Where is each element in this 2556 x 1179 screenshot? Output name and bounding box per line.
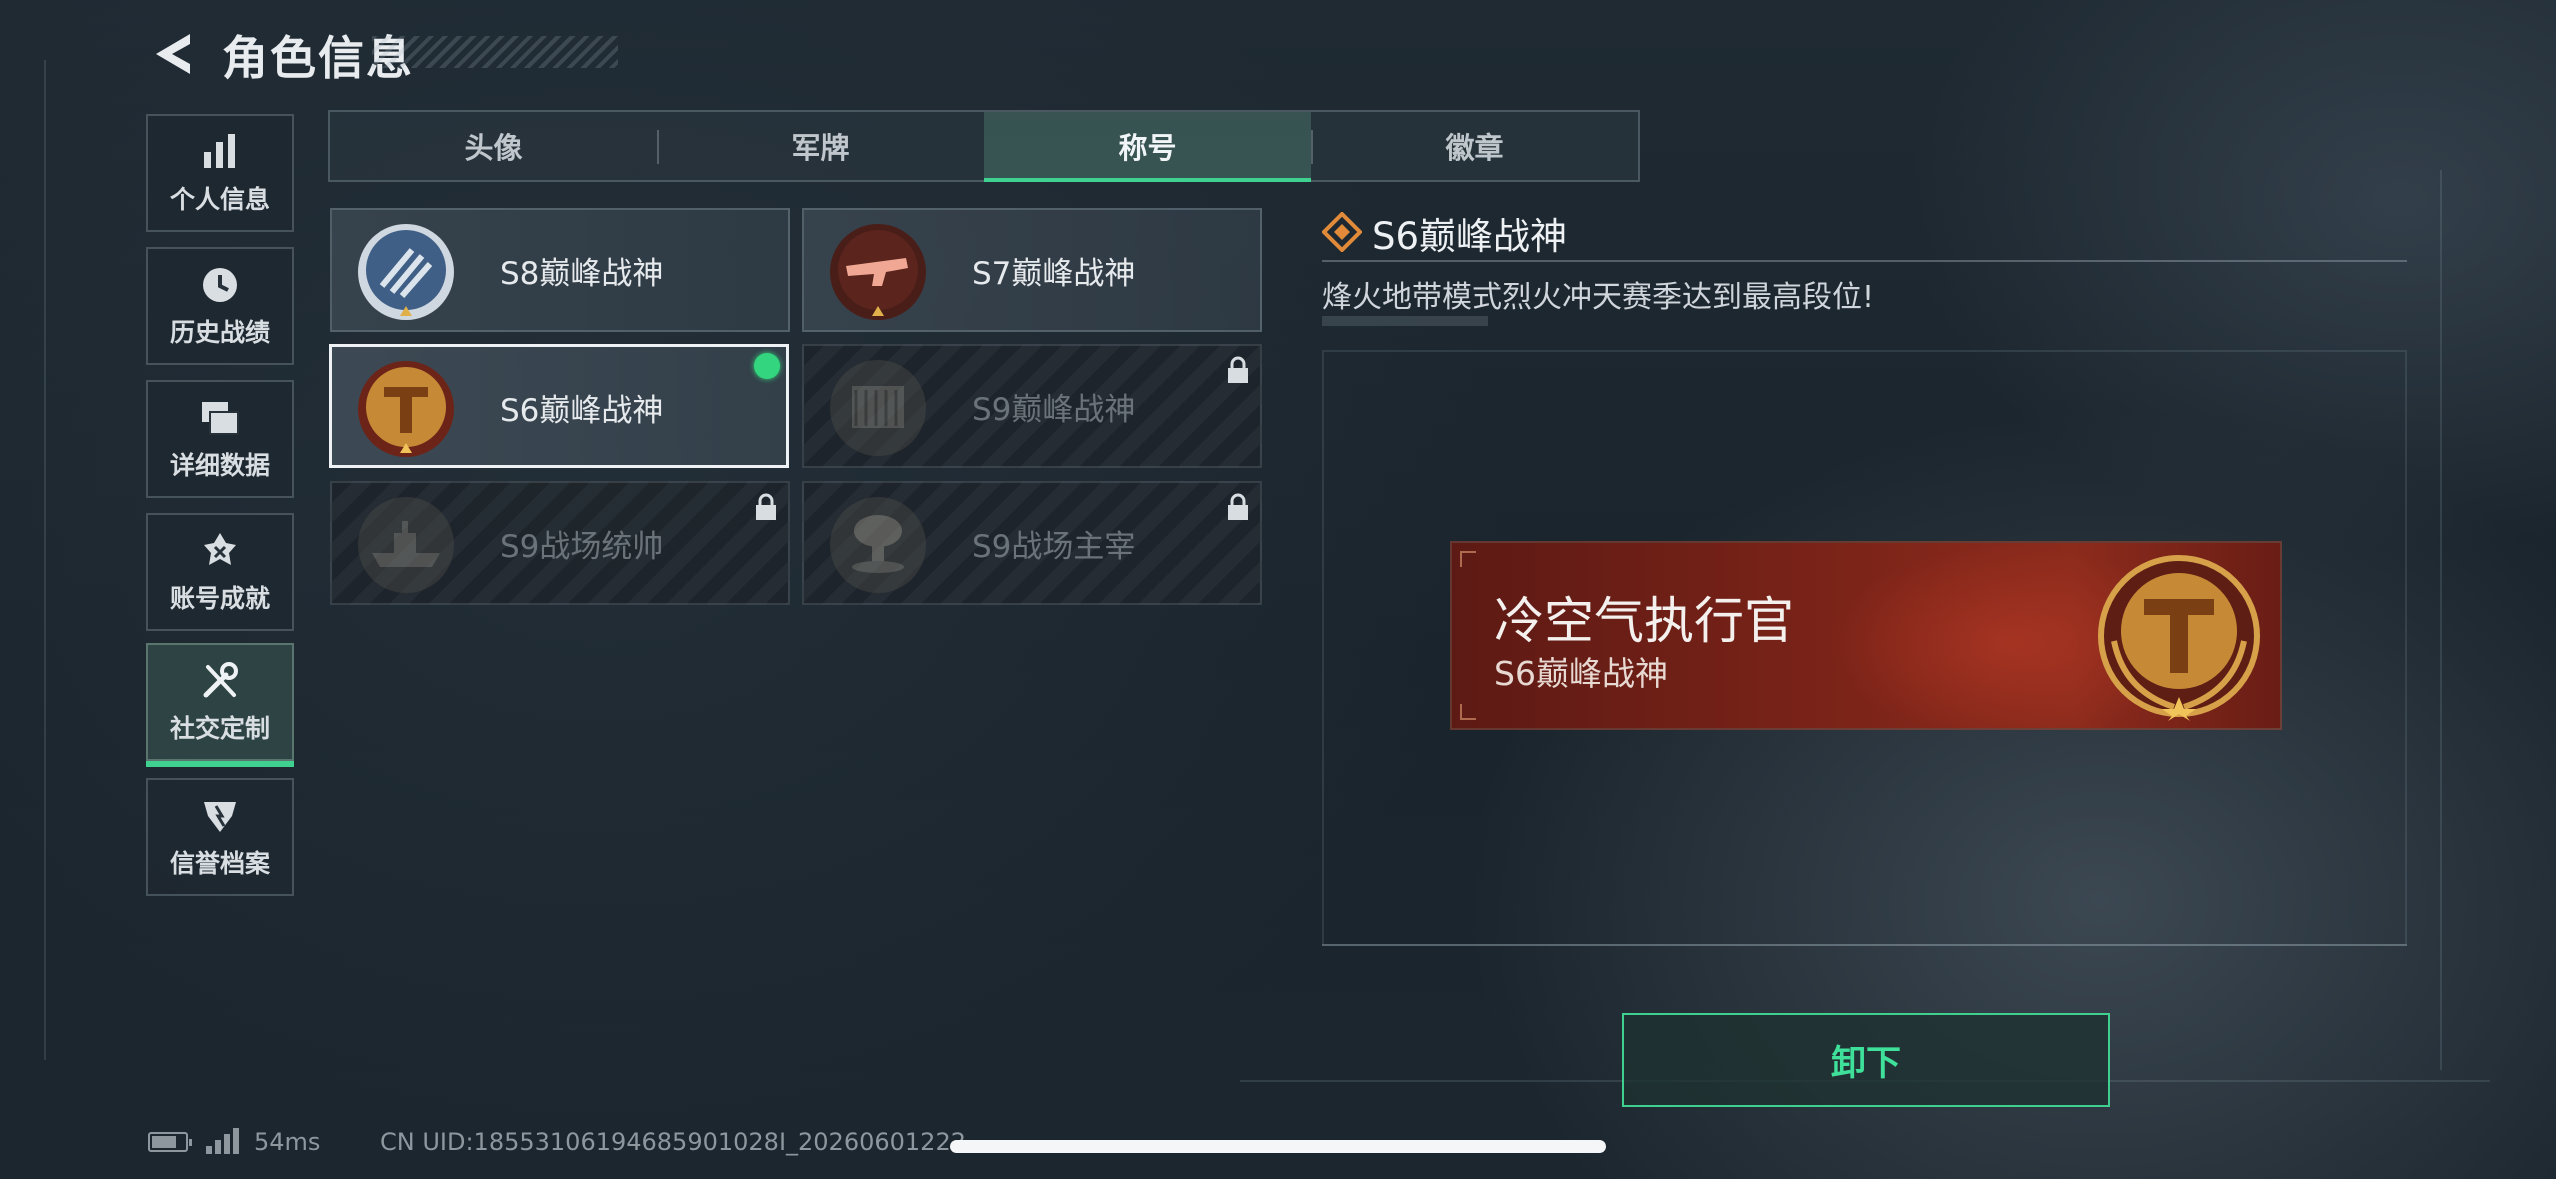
equipped-indicator — [754, 353, 780, 379]
unequip-button[interactable]: 卸下 — [1622, 1013, 2110, 1107]
tools-icon — [203, 662, 238, 698]
sidebar-item-label: 个人信息 — [169, 185, 270, 214]
sidebar-item-label: 社交定制 — [169, 714, 270, 743]
title-card-s9-commander[interactable]: S9战场统帅 — [330, 481, 790, 605]
sidebar-item-details[interactable]: 详细数据 — [146, 380, 294, 498]
decor-line — [44, 60, 46, 1060]
battery-icon — [148, 1132, 192, 1152]
shield-icon — [204, 802, 236, 832]
sidebar-item-label: 账号成就 — [169, 584, 270, 613]
mushroom-cloud-emblem-icon — [830, 497, 926, 593]
title-card-name: S9巅峰战神 — [972, 392, 1136, 428]
uid-text: CN UID:18553106194685901028I_20260601222 — [380, 1128, 966, 1156]
title-card-s9-dominator[interactable]: S9战场主宰 — [802, 481, 1262, 605]
gold-t-emblem-icon — [2098, 555, 2260, 721]
tab-title[interactable]: 称号 — [984, 112, 1311, 182]
sidebar-item-achievements[interactable]: 账号成就 — [146, 513, 294, 631]
title-card-s9-peak[interactable]: S9巅峰战神 — [802, 344, 1262, 468]
back-arrow-icon — [156, 34, 190, 74]
sidebar-item-label: 历史战绩 — [169, 318, 270, 347]
title-card-name: S8巅峰战神 — [500, 256, 664, 292]
lock-icon — [1228, 356, 1248, 383]
divider — [1322, 944, 2407, 946]
clock-icon — [203, 268, 237, 302]
lock-icon — [756, 493, 776, 520]
corner-decoration — [1460, 551, 1476, 567]
corner-decoration — [1460, 704, 1476, 720]
gold-t-emblem-icon — [358, 361, 454, 457]
home-indicator[interactable] — [950, 1140, 1606, 1153]
title-decoration — [372, 36, 618, 68]
title-card-name: S9战场主宰 — [972, 529, 1136, 565]
category-tabs: 头像 军牌 称号 徽章 — [328, 110, 1640, 182]
folders-icon — [202, 402, 239, 435]
title-card-name: S9战场统帅 — [500, 529, 664, 565]
title-card-s6[interactable]: S6巅峰战神 — [329, 344, 789, 468]
sidebar-item-credit[interactable]: 信誉档案 — [146, 778, 294, 896]
sidebar-item-label: 详细数据 — [169, 451, 270, 480]
nameplate-player-name: 冷空气执行官 — [1494, 592, 1794, 650]
blurred-text — [1322, 316, 1488, 326]
sidebar-item-profile[interactable]: 个人信息 — [146, 114, 294, 232]
title-card-s8[interactable]: S8巅峰战神 — [330, 208, 790, 332]
dam-emblem-icon — [830, 360, 926, 456]
decor-line — [2440, 170, 2442, 1070]
signal-icon — [206, 1128, 240, 1154]
sidebar-item-label: 信誉档案 — [169, 849, 270, 878]
nameplate-title: S6巅峰战神 — [1494, 654, 1668, 693]
tab-dogtag[interactable]: 军牌 — [657, 112, 984, 180]
diamond-icon — [1322, 212, 1362, 252]
sidebar-item-social[interactable]: 社交定制 — [146, 643, 294, 767]
sidebar-item-history[interactable]: 历史战绩 — [146, 247, 294, 365]
back-button[interactable] — [148, 28, 198, 80]
red-gun-emblem-icon — [830, 224, 926, 320]
blue-shield-emblem-icon — [358, 224, 454, 320]
title-card-s7[interactable]: S7巅峰战神 — [802, 208, 1262, 332]
ship-emblem-icon — [358, 497, 454, 593]
lock-icon — [1228, 493, 1248, 520]
bar-chart-icon — [204, 134, 235, 168]
title-card-name: S7巅峰战神 — [972, 256, 1136, 292]
tab-avatar[interactable]: 头像 — [330, 112, 657, 180]
title-card-name: S6巅峰战神 — [500, 393, 664, 429]
divider — [1322, 260, 2407, 262]
ping-text: 54ms — [254, 1128, 321, 1156]
tab-badge[interactable]: 徽章 — [1311, 112, 1638, 180]
detail-description: 烽火地带模式烈火冲天赛季达到最高段位! — [1322, 280, 1875, 315]
detail-title: S6巅峰战神 — [1372, 215, 1568, 258]
nameplate-preview: 冷空气执行官 S6巅峰战神 — [1452, 543, 2280, 728]
achievement-icon — [204, 533, 236, 565]
